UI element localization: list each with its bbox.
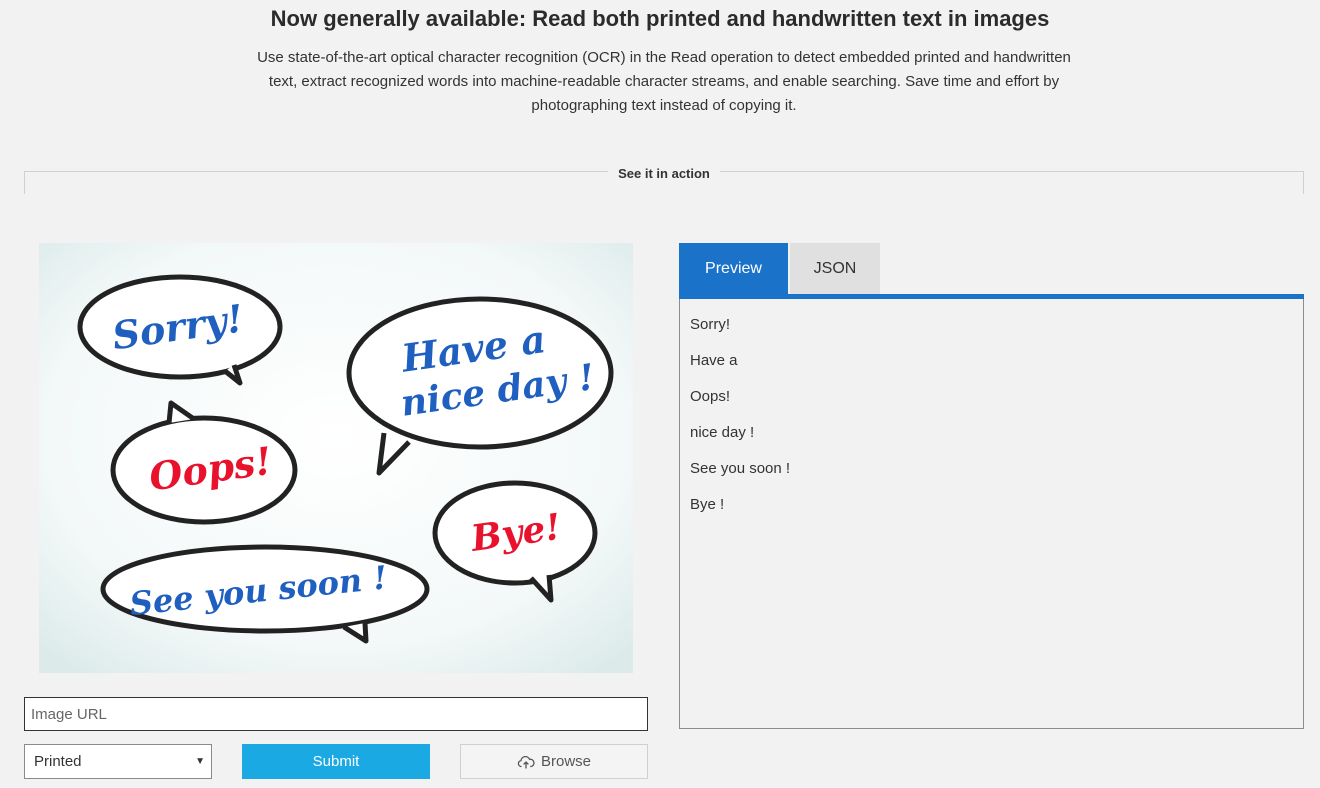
caret-down-icon: ▼ [195,756,205,767]
result-line: nice day ! [690,424,755,441]
preview-panel: Sorry! Have a Oops! nice day ! See you s… [679,299,1304,729]
browse-button[interactable]: Browse [460,744,648,779]
result-line: See you soon ! [690,460,791,477]
image-url-input[interactable] [24,697,648,731]
text-type-select-value: Printed [34,753,82,770]
sample-image: Sorry! Have a nice day ! Oops! Bye! See … [39,243,633,673]
section-divider: See it in action [24,166,1304,196]
tab-json[interactable]: JSON [790,243,880,294]
section-label: See it in action [608,166,720,181]
page-title: Now generally available: Read both print… [270,6,1050,31]
result-line: Sorry! [690,316,731,333]
result-line: Have a [690,352,738,369]
result-line: Oops! [690,388,731,405]
text-type-select[interactable]: Printed ▼ [24,744,212,779]
tab-preview[interactable]: Preview [679,243,788,294]
page-description: Use state-of-the-art optical character r… [257,49,1071,114]
cloud-upload-icon [517,755,535,768]
result-line: Bye ! [690,496,725,513]
submit-button[interactable]: Submit [242,744,430,779]
browse-label: Browse [540,753,592,770]
